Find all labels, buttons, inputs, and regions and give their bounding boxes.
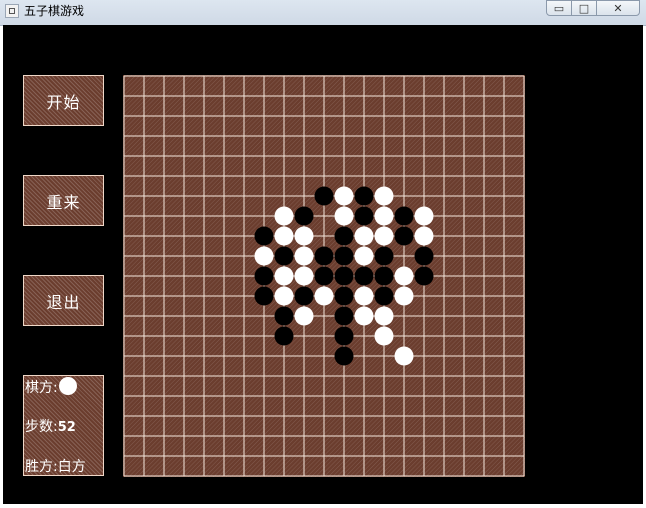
game-area: 开始 重来 退出 棋方: 步数:52 胜方:白方 [3, 25, 643, 504]
black-stone [394, 206, 414, 226]
close-icon: ✕ [613, 1, 623, 15]
step-counter: 步数:52 [25, 416, 76, 436]
gomoku-board[interactable] [123, 75, 525, 477]
black-stone [254, 226, 274, 246]
black-stone [334, 286, 354, 306]
turn-indicator: 棋方: [25, 377, 77, 397]
exit-button[interactable]: 退出 [23, 275, 104, 326]
white-stone [394, 346, 414, 366]
black-stone [274, 246, 294, 266]
black-stone [374, 246, 394, 266]
white-stone [294, 306, 314, 326]
white-stone [334, 206, 354, 226]
white-stone [274, 286, 294, 306]
start-button[interactable]: 开始 [23, 75, 104, 126]
black-stone [314, 186, 334, 206]
white-stone [274, 266, 294, 286]
white-stone [354, 286, 374, 306]
black-stone [354, 206, 374, 226]
black-stone [294, 286, 314, 306]
winner-indicator: 胜方:白方 [25, 456, 86, 476]
steps-value: 52 [57, 420, 76, 435]
exit-button-label: 退出 [46, 292, 81, 312]
black-stone [334, 346, 354, 366]
black-stone [414, 266, 434, 286]
black-stone [254, 286, 274, 306]
restart-button[interactable]: 重来 [23, 175, 104, 226]
white-stone [294, 226, 314, 246]
turn-label: 棋方: [25, 380, 58, 396]
black-stone [334, 326, 354, 346]
white-stone [354, 246, 374, 266]
window-controls: ▭ □ ✕ [546, 0, 640, 18]
white-stone-icon [58, 377, 77, 395]
black-stone [334, 246, 354, 266]
white-stone [354, 306, 374, 326]
black-stone [354, 266, 374, 286]
steps-label: 步数: [25, 419, 58, 435]
black-stone [334, 226, 354, 246]
window-title: 五子棋游戏 [24, 4, 85, 18]
black-stone [394, 226, 414, 246]
white-stone [414, 206, 434, 226]
black-stone [334, 266, 354, 286]
black-stone [374, 286, 394, 306]
white-stone [274, 226, 294, 246]
minimize-icon: ▭ [553, 1, 565, 15]
start-button-label: 开始 [46, 92, 81, 112]
restart-button-label: 重来 [46, 192, 81, 212]
white-stone [334, 186, 354, 206]
white-stone [254, 246, 274, 266]
black-stone [294, 206, 314, 226]
black-stone [414, 246, 434, 266]
maximize-button[interactable]: □ [571, 0, 597, 16]
app-icon [5, 4, 19, 18]
black-stone [314, 266, 334, 286]
black-stone [274, 306, 294, 326]
white-stone [374, 326, 394, 346]
white-stone [374, 226, 394, 246]
black-stone [314, 246, 334, 266]
white-stone [314, 286, 334, 306]
white-stone [374, 186, 394, 206]
black-stone [274, 326, 294, 346]
black-stone [354, 186, 374, 206]
close-button[interactable]: ✕ [596, 0, 640, 16]
white-stone [294, 266, 314, 286]
title-bar: 五子棋游戏 ▭ □ ✕ [0, 0, 646, 26]
black-stone [334, 306, 354, 326]
black-stone [254, 266, 274, 286]
minimize-button[interactable]: ▭ [546, 0, 572, 16]
white-stone [274, 206, 294, 226]
white-stone [354, 226, 374, 246]
white-stone [394, 266, 414, 286]
winner-label: 胜方: [25, 459, 58, 475]
black-stone [374, 266, 394, 286]
white-stone [414, 226, 434, 246]
white-stone [374, 306, 394, 326]
maximize-icon: □ [578, 1, 590, 15]
status-panel: 棋方: 步数:52 胜方:白方 [23, 375, 104, 476]
white-stone [394, 286, 414, 306]
white-stone [294, 246, 314, 266]
winner-value: 白方 [57, 459, 86, 475]
white-stone [374, 206, 394, 226]
